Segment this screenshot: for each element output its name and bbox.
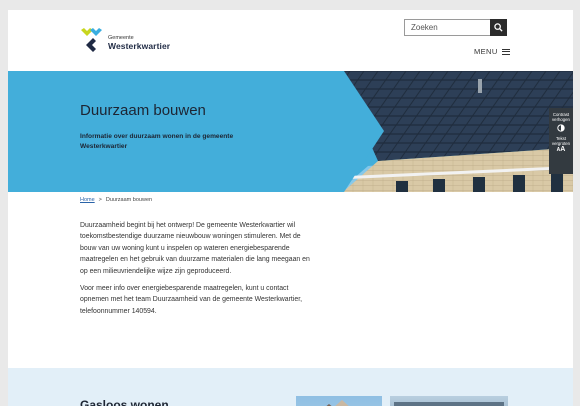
page-subtitle: Informatie over duurzaam wonen in de gem…: [80, 133, 234, 150]
search-input[interactable]: [404, 19, 490, 36]
text-size-icon: AA: [556, 146, 566, 153]
search-bar: [404, 19, 507, 36]
solar-photo-tile[interactable]: [390, 396, 508, 406]
menu-label: MENU: [474, 47, 498, 56]
house-photo-tile[interactable]: [296, 396, 382, 406]
contrast-icon: [557, 124, 565, 132]
breadcrumb-current: Duurzaam bouwen: [105, 197, 153, 203]
site-logo[interactable]: Gemeente Westerkwartier: [80, 26, 200, 58]
site-header: Gemeente Westerkwartier MENU: [8, 10, 573, 71]
accessibility-panel: Contrast verhogen Tekst vergroten AA: [549, 108, 573, 174]
contact-paragraph: Voor meer info over energiebesparende ma…: [80, 285, 303, 315]
main-content: Duurzaamheid begint bij het ontwerp! De …: [80, 220, 310, 323]
breadcrumb: Home > Duurzaam bouwen: [80, 197, 152, 203]
text-size-button[interactable]: Tekst vergroten AA: [549, 136, 573, 154]
text-size-label: Tekst vergroten: [551, 136, 571, 146]
page: Gemeente Westerkwartier MENU: [8, 10, 573, 406]
page-title: Duurzaam bouwen: [80, 102, 206, 119]
breadcrumb-home-link[interactable]: Home: [80, 197, 95, 203]
contrast-button[interactable]: Contrast verhogen: [549, 112, 573, 132]
hamburger-icon: [501, 48, 510, 55]
search-icon: [494, 23, 503, 32]
logo-mark-icon: [81, 28, 102, 52]
intro-paragraph: Duurzaamheid begint bij het ontwerp! De …: [80, 222, 310, 275]
related-section: Gasloos wonen: [8, 368, 573, 406]
breadcrumb-separator: >: [98, 197, 102, 203]
logo-name: Westerkwartier: [108, 41, 171, 51]
section-title: Gasloos wonen: [80, 398, 169, 406]
hero-banner: Duurzaam bouwen Informatie over duurzaam…: [8, 71, 573, 192]
menu-button[interactable]: MENU: [474, 47, 510, 56]
solar-roof-photo: [308, 71, 573, 192]
search-button[interactable]: [490, 19, 507, 36]
contrast-label: Contrast verhogen: [552, 112, 570, 122]
